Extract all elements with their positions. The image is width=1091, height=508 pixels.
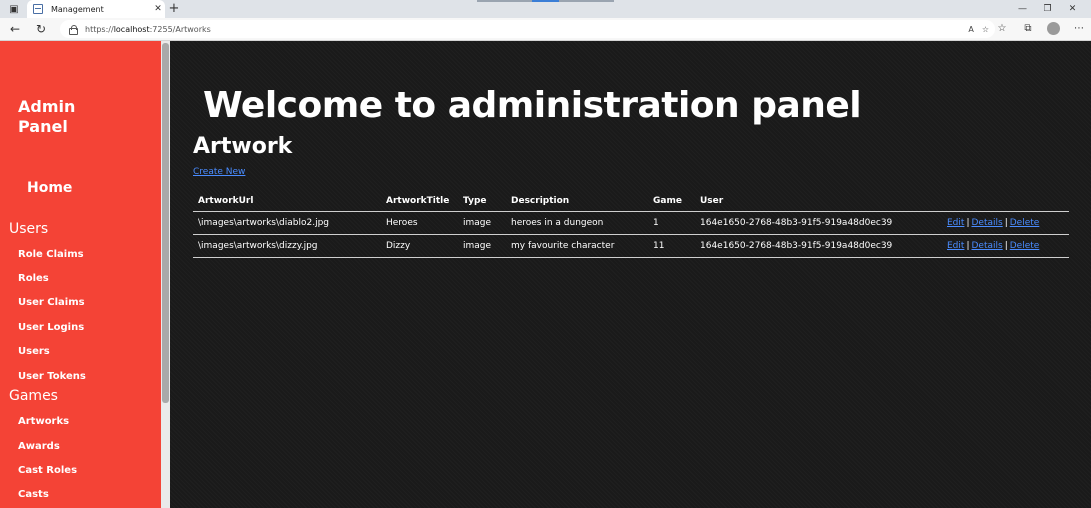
sidebar-item-user-claims[interactable]: User Claims [18,297,85,308]
drag-region-accent [532,0,559,2]
details-link[interactable]: Details [971,241,1002,251]
action-separator: | [966,241,970,251]
section-heading: Artwork [193,134,293,159]
tab-close-icon[interactable]: ✕ [151,4,165,14]
action-separator: | [1004,241,1008,251]
sidebar-brand: Admin Panel [18,97,76,136]
edit-link[interactable]: Edit [947,241,964,251]
column-header-description: Description [511,196,570,206]
window-controls: — ❐ ✕ [1010,0,1085,18]
more-menu-icon[interactable]: ⋯ [1067,20,1091,38]
url-text: https://localhost:7255/Artworks [85,24,211,34]
new-tab-button[interactable]: + [167,1,181,17]
sidebar-item-user-tokens[interactable]: User Tokens [18,371,86,382]
cell-type: image [463,241,492,251]
tab-favicon-icon [33,4,43,14]
address-bar[interactable]: https://localhost:7255/Artworks A ☆ [60,20,995,38]
close-window-button[interactable]: ✕ [1060,0,1085,18]
cell-user: 164e1650-2768-48b3-91f5-919a48d0ec39 [700,218,893,228]
column-header-artwork-url: ArtworkUrl [198,196,254,206]
column-header-user: User [700,196,724,206]
page-title: Welcome to administration panel [203,85,862,126]
browser-tab[interactable]: Management ✕ [27,0,165,18]
drag-region [559,0,614,2]
cell-artwork-title: Dizzy [386,241,411,251]
cell-type: image [463,218,492,228]
sidebar-item-awards[interactable]: Awards [18,441,60,452]
row-actions: Edit | Details | Delete [947,235,1039,257]
column-header-game: Game [653,196,682,206]
tab-actions-icon[interactable]: ▣ [6,1,22,17]
table-header-row: ArtworkUrl ArtworkTitle Type Description… [193,191,1069,212]
table-row: \images\artworks\dizzy.jpg Dizzy image m… [193,235,1069,258]
sidebar-item-casts[interactable]: Casts [18,489,49,500]
column-header-artwork-title: ArtworkTitle [386,196,450,206]
minimize-button[interactable]: — [1010,0,1035,18]
action-separator: | [966,218,970,228]
browser-titlebar: ▣ Management ✕ + — ❐ ✕ [0,0,1091,18]
refresh-icon[interactable]: ↻ [32,20,50,38]
cell-game: 11 [653,241,665,251]
cell-artwork-title: Heroes [386,218,418,228]
delete-link[interactable]: Delete [1010,218,1040,228]
page-viewport: Admin Panel Home Users Role Claims Roles… [0,41,1091,508]
sidebar-item-home[interactable]: Home [27,180,72,196]
sidebar-item-roles[interactable]: Roles [18,273,49,284]
favorite-star-icon[interactable]: ☆ [982,25,989,34]
lock-icon [68,24,78,35]
edit-link[interactable]: Edit [947,218,964,228]
scrollbar-thumb[interactable] [162,43,169,403]
sidebar-section-games: Games [9,388,58,404]
drag-region [477,0,532,2]
delete-link[interactable]: Delete [1010,241,1040,251]
sidebar-section-users: Users [9,221,49,237]
cell-description: heroes in a dungeon [511,218,604,228]
sidebar-item-cast-roles[interactable]: Cast Roles [18,465,77,476]
sidebar-item-artworks[interactable]: Artworks [18,416,69,427]
cell-description: my favourite character [511,241,615,251]
favorites-icon[interactable]: ☆ [990,20,1014,38]
action-separator: | [1004,218,1008,228]
column-header-type: Type [463,196,487,206]
details-link[interactable]: Details [971,218,1002,228]
cell-game: 1 [653,218,659,228]
sidebar: Admin Panel Home Users Role Claims Roles… [0,41,161,508]
row-actions: Edit | Details | Delete [947,212,1039,234]
restore-button[interactable]: ❐ [1035,0,1060,18]
cell-artwork-url: \images\artworks\diablo2.jpg [198,218,329,228]
collections-icon[interactable]: ⧉ [1016,20,1040,38]
sidebar-item-user-logins[interactable]: User Logins [18,322,84,333]
sidebar-item-role-claims[interactable]: Role Claims [18,249,84,260]
read-aloud-icon[interactable]: A [968,25,973,34]
artwork-table: ArtworkUrl ArtworkTitle Type Description… [193,191,1069,258]
sidebar-scrollbar[interactable] [161,41,170,508]
cell-user: 164e1650-2768-48b3-91f5-919a48d0ec39 [700,241,893,251]
back-arrow-icon[interactable]: ← [6,20,24,38]
sidebar-item-users[interactable]: Users [18,346,50,357]
tab-title: Management [51,4,104,14]
table-row: \images\artworks\diablo2.jpg Heroes imag… [193,212,1069,235]
create-new-link[interactable]: Create New [193,167,245,177]
browser-toolbar: ← ↻ https://localhost:7255/Artworks A ☆ … [0,18,1091,41]
cell-artwork-url: \images\artworks\dizzy.jpg [198,241,318,251]
main-content: Welcome to administration panel Artwork … [170,41,1091,508]
profile-avatar[interactable] [1047,22,1060,35]
